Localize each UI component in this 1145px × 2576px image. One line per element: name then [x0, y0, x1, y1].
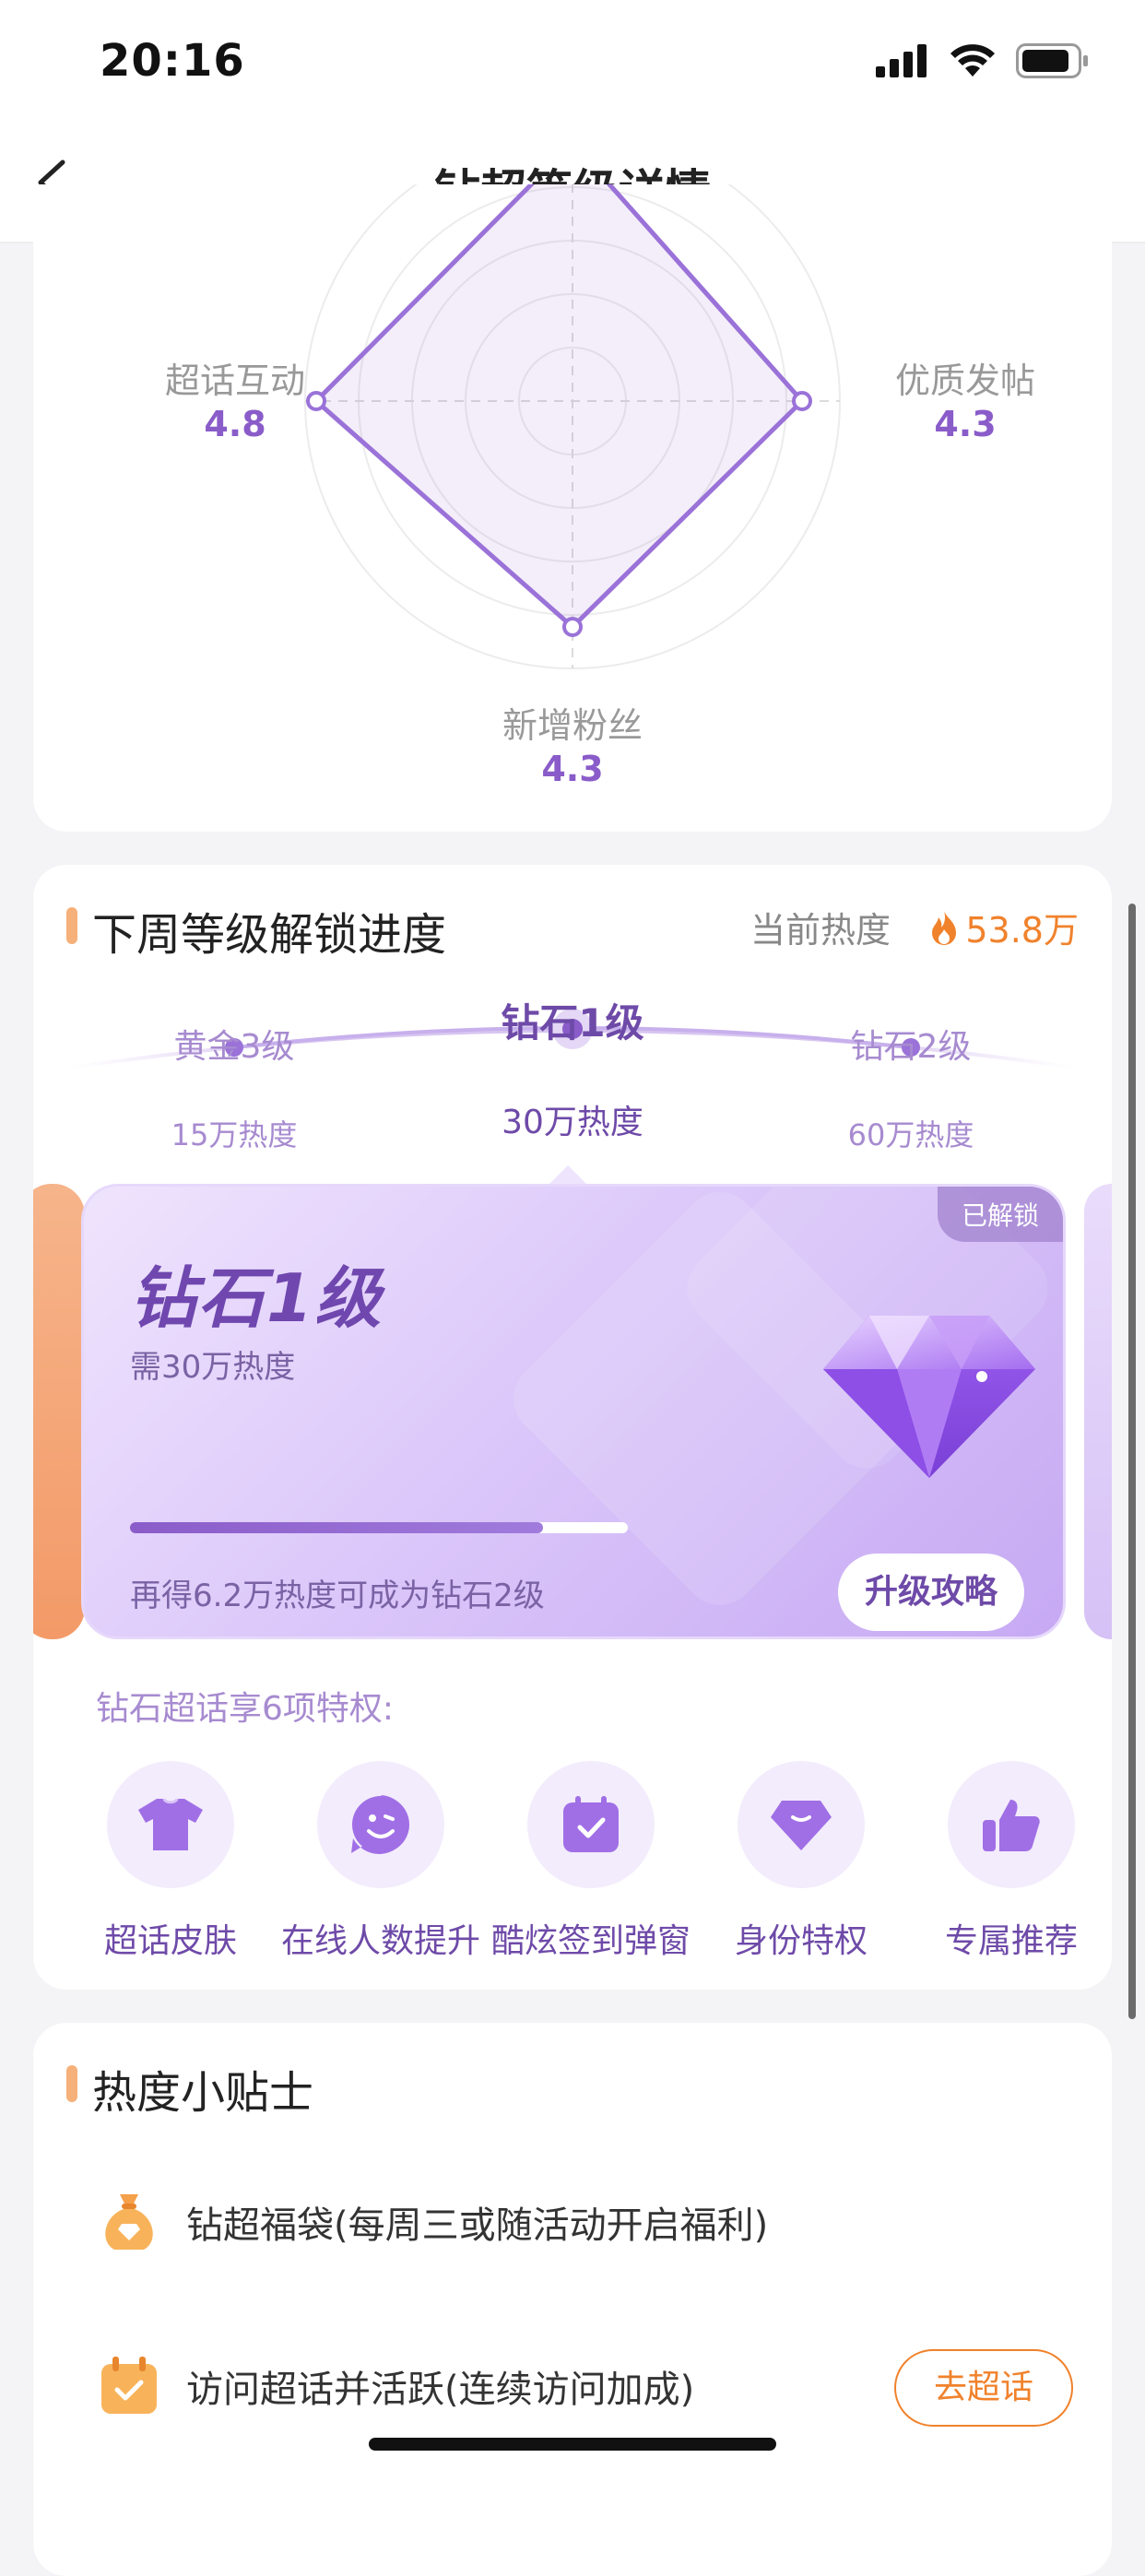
level-heat-gold3: 15万热度 — [171, 1117, 298, 1152]
current-heat-label: 当前热度 — [750, 910, 891, 951]
diamond-icon — [771, 1801, 832, 1850]
tip-item-lucky-bag: 钻超福袋(每周三或随活动开启福利) — [96, 2176, 1073, 2268]
privilege-label: 专属推荐 — [944, 1922, 1078, 1960]
flame-icon — [932, 910, 957, 945]
privilege-skin[interactable]: 超话皮肤 — [65, 1761, 276, 1962]
tip-text: 访问超话并活跃(连续访问加成) — [186, 2369, 695, 2411]
radar-area — [313, 184, 805, 630]
privilege-online-count[interactable]: 在线人数提升 — [276, 1761, 486, 1962]
radar-value-interaction: 4.8 — [204, 404, 266, 444]
current-heat-value: 53.8万 — [928, 902, 1079, 952]
calendar-check-icon — [101, 2357, 157, 2414]
battery-icon — [1016, 43, 1088, 78]
level-name-diamond2[interactable]: 钻石2级 — [773, 1020, 1049, 1068]
radar-point — [562, 617, 583, 637]
level-heat-diamond2: 60万热度 — [847, 1117, 974, 1152]
progress-card: 下周等级解锁进度 当前热度 53.8万 黄金3级 15万热度 钻石1级 30万热… — [33, 865, 1112, 1990]
radar-label-posts: 优质发帖 — [894, 360, 1035, 401]
level-card-current[interactable]: 已解锁 钻石1级 需30万热度 再得6.2万热度可成为钻石2级 升级攻略 — [81, 1184, 1066, 1639]
progress-section-title: 下周等级解锁进度 — [92, 909, 447, 961]
unlocked-badge: 已解锁 — [937, 1187, 1063, 1242]
go-supertopic-button[interactable]: 去超话 — [894, 2349, 1073, 2427]
level-name-diamond1[interactable]: 钻石1级 — [434, 992, 711, 1048]
tip-text: 钻超福袋(每周三或随活动开启福利) — [186, 2204, 769, 2247]
level-progress-bar — [130, 1522, 628, 1533]
diamond-gem-icon — [823, 1316, 1035, 1478]
status-icons — [876, 42, 1090, 79]
radar-card: 超话互动 4.8 优质发帖 4.3 新增粉丝 4.3 — [33, 184, 1112, 832]
level-name-gold3[interactable]: 黄金3级 — [96, 1020, 372, 1068]
level-progress-note: 再得6.2万热度可成为钻石2级 — [130, 1578, 545, 1614]
tshirt-icon — [138, 1798, 203, 1850]
status-time: 20:16 — [100, 35, 245, 87]
status-bar: 20:16 — [0, 0, 1145, 122]
level-heat-diamond1: 30万热度 — [502, 1104, 643, 1141]
privilege-icon-bg — [107, 1761, 234, 1888]
privilege-icon-bg — [317, 1761, 444, 1888]
current-heat-number: 53.8万 — [965, 910, 1079, 951]
lucky-bag-icon — [105, 2194, 153, 2250]
section-accent-bar — [66, 2065, 77, 2102]
smiley-icon — [351, 1795, 409, 1854]
radar-label-interaction: 超话互动 — [164, 360, 305, 401]
radar-point — [792, 391, 812, 411]
privilege-icon-bg — [527, 1761, 655, 1888]
privilege-recommend[interactable]: 专属推荐 — [906, 1761, 1112, 1962]
upgrade-guide-button[interactable]: 升级攻略 — [838, 1554, 1024, 1631]
radar-value-posts: 4.3 — [934, 404, 997, 444]
privilege-checkin-popup[interactable]: 酷炫签到弹窗 — [486, 1761, 696, 1962]
privilege-icon-bg — [948, 1761, 1075, 1888]
level-card-requirement: 需30万热度 — [130, 1349, 296, 1386]
level-progress-fill — [130, 1522, 544, 1533]
level-card-title: 钻石1级 — [130, 1259, 384, 1337]
privilege-label: 身份特权 — [734, 1922, 868, 1960]
privileges-title: 钻石超话享6项特权: — [96, 1690, 395, 1728]
calendar-check-icon — [563, 1796, 619, 1852]
privilege-identity[interactable]: 身份特权 — [696, 1761, 906, 1962]
radar-value-fans: 4.3 — [541, 749, 604, 789]
scrollbar[interactable] — [1128, 904, 1136, 2019]
privilege-label: 在线人数提升 — [280, 1922, 480, 1960]
thumbs-up-icon — [983, 1800, 1040, 1851]
wifi-icon — [950, 44, 995, 77]
level-card-next[interactable] — [1084, 1184, 1112, 1639]
tips-card: 热度小贴士 钻超福袋(每周三或随活动开启福利) 访问超话并活跃(连续访问加成) … — [33, 2023, 1112, 2576]
section-accent-bar — [66, 907, 77, 944]
privilege-label: 超话皮肤 — [103, 1922, 237, 1960]
signal-icon — [876, 44, 927, 77]
tips-section-title: 热度小贴士 — [92, 2067, 314, 2119]
tip-item-visit: 访问超话并活跃(连续访问加成) 去超话 — [96, 2340, 1073, 2432]
privilege-label: 酷炫签到弹窗 — [490, 1922, 691, 1960]
radar-label-fans: 新增粉丝 — [502, 705, 643, 746]
privilege-icon-bg — [738, 1761, 865, 1888]
home-indicator[interactable] — [369, 2438, 776, 2451]
level-card-prev[interactable] — [33, 1184, 85, 1639]
